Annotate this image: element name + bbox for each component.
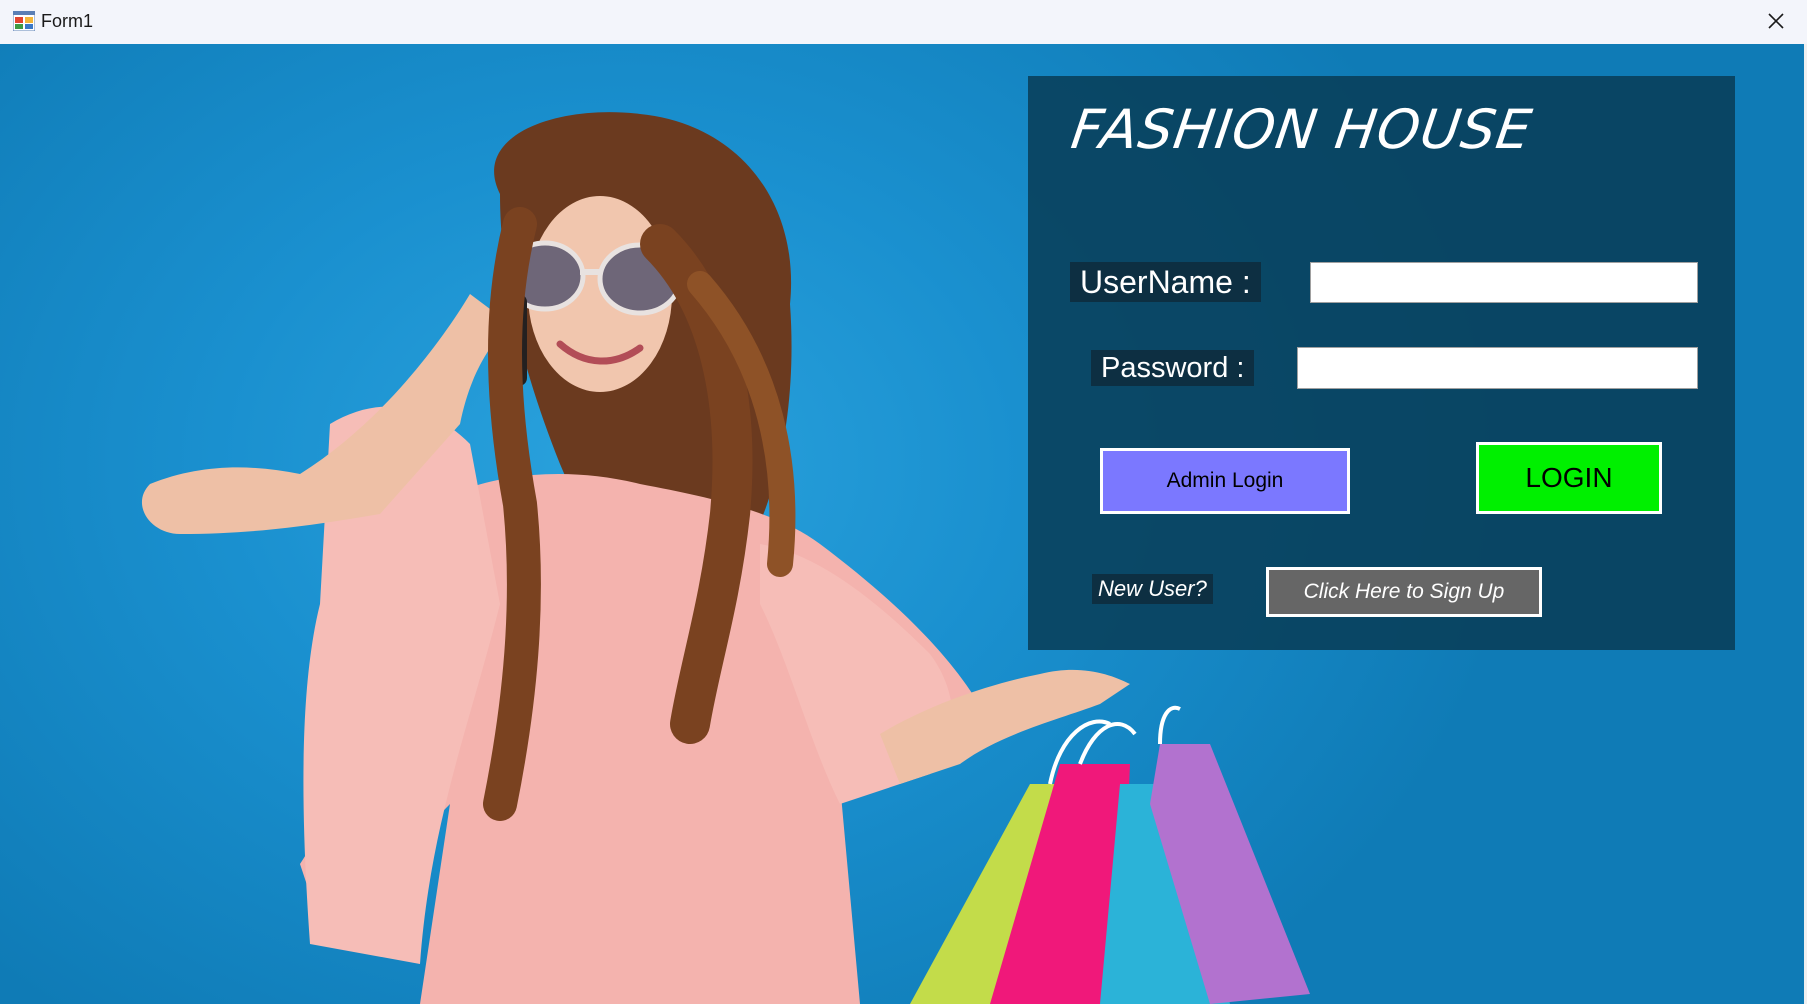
username-label: UserName : bbox=[1070, 262, 1261, 302]
window-title: Form1 bbox=[41, 11, 94, 31]
brand-title: FASHION HOUSE bbox=[1067, 98, 1537, 161]
login-button[interactable]: LOGIN bbox=[1476, 442, 1662, 514]
username-input[interactable] bbox=[1310, 262, 1698, 303]
form-client-area: FASHION HOUSE UserName : Password : Admi… bbox=[0, 44, 1807, 1004]
close-button[interactable] bbox=[1745, 0, 1807, 42]
title-bar[interactable]: Form1 bbox=[0, 0, 1807, 45]
new-user-label: New User? bbox=[1092, 574, 1213, 604]
password-input[interactable] bbox=[1297, 347, 1698, 389]
form-window: Form1 FASHION HOUSE UserName: Password … bbox=[0, 0, 1807, 1004]
windows-form-icon bbox=[13, 11, 35, 31]
admin-login-button[interactable]: Admin Login bbox=[1100, 448, 1350, 514]
login-panel: FASHION HOUSE UserName : Password : Admi… bbox=[1028, 76, 1735, 650]
close-icon bbox=[1768, 13, 1784, 29]
signup-button[interactable]: Click Here to Sign Up bbox=[1266, 567, 1542, 617]
password-label: Password : bbox=[1091, 350, 1255, 386]
